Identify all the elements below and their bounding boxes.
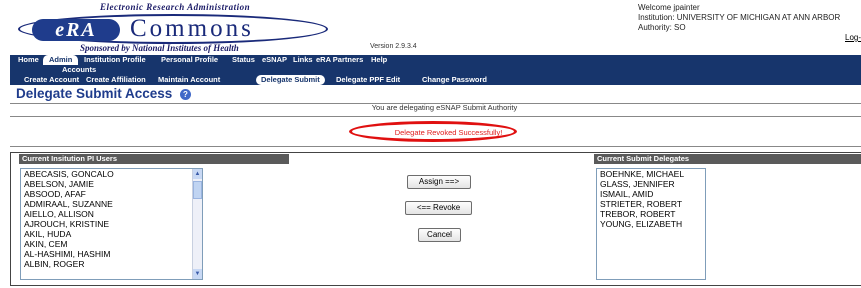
list-item[interactable]: BOEHNKE, MICHAEL — [597, 169, 705, 179]
welcome-text: Welcome jpainter — [638, 3, 700, 12]
nav-admin[interactable]: Admin — [43, 55, 79, 65]
pi-users-list: ABECASIS, GONCALO ABELSON, JAMIE ABSOOD,… — [21, 169, 202, 269]
divider — [10, 146, 861, 147]
delegating-message: You are delegating eSNAP Submit Authorit… — [371, 103, 518, 112]
nav-institution-profile[interactable]: Institution Profile — [84, 55, 146, 65]
main-nav: Home Admin Institution Profile Personal … — [10, 55, 861, 65]
logo-commons: Commons — [130, 15, 254, 42]
list-item[interactable]: GLASS, JENNIFER — [597, 179, 705, 189]
nav-era-partners[interactable]: eRA Partners — [316, 55, 363, 65]
era-commons-logo: Electronic Research Administration eRA C… — [10, 0, 338, 55]
accounts-subnav: Create Account Create Affiliation Mainta… — [10, 75, 861, 85]
list-item[interactable]: YOUNG, ELIZABETH — [597, 219, 705, 229]
authority-text: Authority: SO — [638, 23, 686, 32]
nav-personal-profile[interactable]: Personal Profile — [161, 55, 218, 65]
nav-delegate-submit[interactable]: Delegate Submit — [256, 75, 325, 85]
list-item[interactable]: TREBOR, ROBERT — [597, 209, 705, 219]
scroll-up-icon[interactable]: ▲ — [193, 169, 202, 179]
list-item[interactable]: AKIN, CEM — [21, 239, 202, 249]
nav-maintain-account[interactable]: Maintain Account — [158, 75, 220, 85]
app-header: Electronic Research Administration eRA C… — [0, 0, 861, 55]
list-item[interactable]: ABELSON, JAMIE — [21, 179, 202, 189]
nav-accounts[interactable]: Accounts — [62, 65, 96, 75]
nav-esnap[interactable]: eSNAP — [262, 55, 287, 65]
submit-delegates-header: Current Submit Delegates — [594, 154, 861, 164]
nav-create-account[interactable]: Create Account — [24, 75, 79, 85]
logo-sponsor-text: Sponsored by National Institutes of Heal… — [80, 43, 239, 53]
logout-link[interactable]: Log- — [845, 33, 861, 42]
list-item[interactable]: ALBIN, ROGER — [21, 259, 202, 269]
nav-home[interactable]: Home — [18, 55, 39, 65]
list-item[interactable]: AKIL, HUDA — [21, 229, 202, 239]
list-item[interactable]: STRIETER, ROBERT — [597, 199, 705, 209]
pi-users-header: Current Insitution PI Users — [19, 154, 289, 164]
logo-era: eRA — [32, 19, 120, 41]
list-item[interactable]: AIELLO, ALLISON — [21, 209, 202, 219]
nav-change-password[interactable]: Change Password — [422, 75, 487, 85]
list-item[interactable]: ABECASIS, GONCALO — [21, 169, 202, 179]
nav-links[interactable]: Links — [293, 55, 313, 65]
user-info: Welcome jpainter Institution: UNIVERSITY… — [638, 3, 861, 33]
list-item[interactable]: ABSOOD, AFAF — [21, 189, 202, 199]
divider — [10, 116, 861, 117]
cancel-button[interactable]: Cancel — [418, 228, 461, 242]
admin-subnav: Accounts — [10, 65, 861, 75]
page-title: Delegate Submit Access — [16, 86, 173, 101]
scroll-thumb[interactable] — [193, 181, 202, 199]
list-item[interactable]: AJROUCH, KRISTINE — [21, 219, 202, 229]
institution-text: Institution: UNIVERSITY OF MICHIGAN AT A… — [638, 13, 841, 22]
nav-help[interactable]: Help — [371, 55, 387, 65]
list-item[interactable]: ADMIRAAL, SUZANNE — [21, 199, 202, 209]
pi-users-listbox[interactable]: ABECASIS, GONCALO ABELSON, JAMIE ABSOOD,… — [20, 168, 203, 280]
submit-delegates-listbox[interactable]: BOEHNKE, MICHAEL GLASS, JENNIFER ISMAIL,… — [596, 168, 706, 280]
highlight-ellipse — [349, 121, 517, 142]
list-item[interactable]: AL-HASHIMI, HASHIM — [21, 249, 202, 259]
nav-delegate-ppf-edit[interactable]: Delegate PPF Edit — [336, 75, 400, 85]
assign-button[interactable]: Assign ==> — [407, 175, 471, 189]
revoke-button[interactable]: <== Revoke — [405, 201, 472, 215]
nav-create-affiliation[interactable]: Create Affiliation — [86, 75, 146, 85]
logo-top-text: Electronic Research Administration — [100, 2, 251, 12]
nav-status[interactable]: Status — [232, 55, 255, 65]
help-icon[interactable]: ? — [180, 89, 191, 100]
list-item[interactable]: ISMAIL, AMID — [597, 189, 705, 199]
scrollbar[interactable]: ▲ ▼ — [192, 169, 202, 279]
version-label: Version 2.9.3.4 — [370, 43, 417, 50]
scroll-down-icon[interactable]: ▼ — [193, 269, 202, 279]
